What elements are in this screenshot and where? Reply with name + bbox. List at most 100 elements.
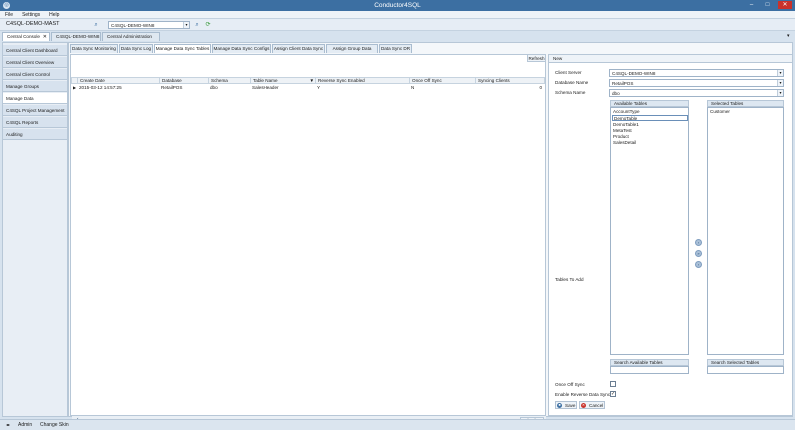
list-item[interactable]: Customer <box>709 109 783 115</box>
column-header-table-name[interactable]: Table Name ▼ <box>250 77 316 84</box>
available-tables-list[interactable]: AccountType DemoTable DemoTable1 MetaTes… <box>610 107 689 355</box>
close-window-button[interactable]: ✕ <box>778 1 792 9</box>
tab-central-administration-label: Central Administration <box>107 34 152 39</box>
chevron-down-icon[interactable]: ▾ <box>777 90 783 96</box>
tab-demo-win8-label: C4SQL-DEMO-WIN8 <box>56 34 100 39</box>
server-combo[interactable]: C4SQL-DEMO-WIN8 ▾ <box>108 21 190 29</box>
panel-header-title: New <box>553 56 563 61</box>
change-skin-link[interactable]: Change Skin <box>40 422 69 428</box>
menu-bar: File Settings Help <box>0 11 795 19</box>
schema-value: dbo <box>612 91 620 96</box>
search-available-header: Search Available Tables <box>610 359 689 366</box>
connect-icon[interactable]: ⌕ <box>193 21 201 29</box>
schema-select[interactable]: dbo ▾ <box>609 89 784 97</box>
column-header-database[interactable]: Database <box>159 77 209 84</box>
sidebar-item-project-management[interactable]: C4SQL Project Management <box>3 105 67 116</box>
client-server-value: C4SQL-DEMO-WIN8 <box>612 71 656 76</box>
database-select[interactable]: RetailPOS ▾ <box>609 79 784 87</box>
move-right-icon[interactable]: › <box>695 239 702 246</box>
reverse-sync-checkbox[interactable]: ✓ <box>610 391 616 397</box>
save-button-label: Save <box>565 403 576 408</box>
cell-reverse-sync[interactable]: Y <box>315 84 410 91</box>
maximize-button[interactable]: □ <box>762 1 773 9</box>
server-label: C4SQL-DEMO-MAST <box>6 21 60 27</box>
once-off-sync-checkbox[interactable] <box>610 381 616 387</box>
sidebar-item-auditing[interactable]: Auditing <box>3 129 67 140</box>
sidebar-item-dashboard[interactable]: Central Client Dashboard <box>3 45 67 56</box>
cell-database[interactable]: RetailPOS <box>159 84 209 91</box>
tab-central-console-label: Central Console <box>7 34 40 39</box>
search-available-input[interactable] <box>610 366 689 374</box>
cancel-button[interactable]: ✕ Cancel <box>579 401 605 409</box>
minimize-button[interactable]: – <box>746 1 757 9</box>
title-bar: ◎ Conductor4SQL – □ ✕ <box>0 0 795 11</box>
toolbar: C4SQL-DEMO-MAST ⌕ C4SQL-DEMO-WIN8 ▾ ⌕ ⟳ <box>0 19 795 31</box>
menu-help[interactable]: Help <box>44 11 63 18</box>
sidebar-item-groups[interactable]: Manage Groups <box>3 81 67 92</box>
save-icon: ■ <box>557 403 562 408</box>
document-tabs: Central Console ✕ C4SQL-DEMO-WIN8 Centra… <box>0 32 795 41</box>
panel-header: New <box>549 55 792 63</box>
column-header-reverse-sync[interactable]: Reverse Sync Enabled <box>315 77 410 84</box>
column-header-create-date[interactable]: Create Date <box>77 77 160 84</box>
sidebar-item-data-sync[interactable]: Manage Data Synchronisation <box>3 93 67 112</box>
sidebar: Central Client Dashboard Central Client … <box>2 42 68 417</box>
schema-label: Schema Name <box>555 90 586 95</box>
column-header-schema[interactable]: Schema <box>208 77 251 84</box>
cell-syncing-clients[interactable]: 0 <box>475 84 545 91</box>
client-server-select[interactable]: C4SQL-DEMO-WIN8 ▾ <box>609 69 784 77</box>
chevron-down-icon[interactable]: ▾ <box>183 22 189 28</box>
search-icon[interactable]: ⌕ <box>92 21 100 29</box>
refresh-icon[interactable]: ⟳ <box>204 21 212 29</box>
collapse-icon[interactable]: ◂▸ <box>6 422 10 427</box>
tab-central-console[interactable]: Central Console ✕ <box>2 32 50 41</box>
database-label: Database Name <box>555 80 589 85</box>
cell-table-name[interactable]: SalesHeader <box>250 84 316 91</box>
column-header-once-off[interactable]: Once Off Sync <box>409 77 476 84</box>
tab-data-sync-log[interactable]: Data Sync Log <box>119 44 153 53</box>
menu-settings[interactable]: Settings <box>17 11 44 18</box>
move-left-icon[interactable]: ‹ <box>695 261 702 268</box>
tab-overflow-icon[interactable]: ▾ <box>787 33 790 39</box>
cell-once-off[interactable]: N <box>409 84 476 91</box>
tables-to-add-label: Tables To Add <box>555 277 584 282</box>
selected-tables-list[interactable]: Customer <box>707 107 784 355</box>
window-title: Conductor4SQL <box>374 2 421 9</box>
search-selected-header: Search Selected Tables <box>707 359 784 366</box>
database-value: RetailPOS <box>612 81 634 86</box>
list-item[interactable]: SalesDetail <box>612 140 688 146</box>
chevron-down-icon[interactable]: ▾ <box>777 70 783 76</box>
search-selected-input[interactable] <box>707 366 784 374</box>
tab-data-sync-dr[interactable]: Data Sync DR <box>379 44 412 53</box>
sync-tables-grid: Create Date Database Schema Table Name ▼… <box>70 54 546 424</box>
main-panel: Data Sync Monitoring Data Sync Log Manag… <box>68 42 793 424</box>
save-button[interactable]: ■ Save <box>555 401 577 409</box>
server-combo-value: C4SQL-DEMO-WIN8 <box>111 23 155 28</box>
tab-manage-data-sync-configs[interactable]: Manage Data Sync Configs <box>212 44 271 53</box>
sidebar-item-overview[interactable]: Central Client Overview <box>3 57 67 68</box>
sidebar-item-reports[interactable]: C4SQL Reports <box>3 117 67 128</box>
tab-data-sync-monitoring[interactable]: Data Sync Monitoring <box>70 44 118 53</box>
client-server-label: Client Server <box>555 70 582 75</box>
cancel-button-label: Cancel <box>589 403 604 408</box>
sidebar-item-control[interactable]: Central Client Control <box>3 69 67 80</box>
new-sync-table-panel: New Client Server C4SQL-DEMO-WIN8 ▾ Data… <box>548 54 793 416</box>
cell-schema[interactable]: dbo <box>208 84 251 91</box>
cell-create-date[interactable]: 2015-03-12 14:57:25 <box>77 84 160 91</box>
tab-demo-win8[interactable]: C4SQL-DEMO-WIN8 <box>51 32 101 41</box>
close-icon[interactable]: ✕ <box>43 33 47 41</box>
column-header-table-name-label: Table Name <box>253 78 278 83</box>
selected-tables-header: Selected Tables <box>707 100 784 107</box>
menu-file[interactable]: File <box>0 11 17 18</box>
column-header-syncing-clients[interactable]: Syncing Clients <box>475 77 545 84</box>
chevron-down-icon[interactable]: ▾ <box>777 80 783 86</box>
status-user: Admin <box>18 422 33 428</box>
refresh-button[interactable]: Refresh <box>527 54 546 62</box>
tab-manage-data-sync-tables[interactable]: Manage Data Sync Tables <box>154 44 211 53</box>
tab-assign-group-data-sync[interactable]: Assign Group Data Sync <box>326 44 378 59</box>
list-item[interactable]: DemoTable <box>612 115 688 121</box>
reverse-sync-label: Enable Reverse Data Sync <box>555 392 611 397</box>
tab-assign-client-data-sync[interactable]: Assign Client Data Sync <box>272 44 325 53</box>
tab-central-administration[interactable]: Central Administration <box>102 32 160 41</box>
move-all-icon[interactable]: » <box>695 250 702 257</box>
